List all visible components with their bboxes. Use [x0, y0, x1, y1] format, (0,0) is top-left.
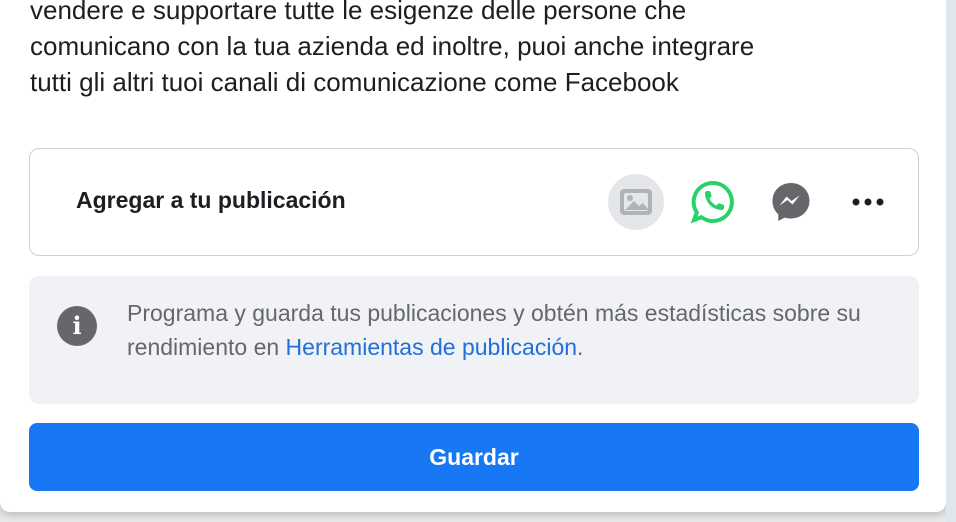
post-text[interactable]: vendere e supportare tutte le esigenze d… [30, 0, 910, 100]
save-button[interactable]: Guardar [29, 423, 919, 491]
messenger-icon[interactable] [763, 174, 819, 230]
post-dialog: vendere e supportare tutte le esigenze d… [0, 0, 946, 512]
info-box: i Programa y guarda tus publicaciones y … [29, 276, 919, 404]
info-icon: i [57, 306, 97, 346]
more-icon[interactable] [840, 174, 896, 230]
photo-icon[interactable] [608, 174, 664, 230]
add-to-post-box: Agregar a tu publicación [29, 148, 919, 256]
info-text: Programa y guarda tus publicaciones y ob… [127, 296, 887, 364]
publishing-tools-link[interactable]: Herramientas de publicación [286, 334, 578, 360]
add-to-post-label: Agregar a tu publicación [76, 187, 346, 213]
whatsapp-icon[interactable] [685, 174, 741, 230]
page-background-edge [946, 0, 956, 522]
info-text-end: . [577, 334, 584, 360]
